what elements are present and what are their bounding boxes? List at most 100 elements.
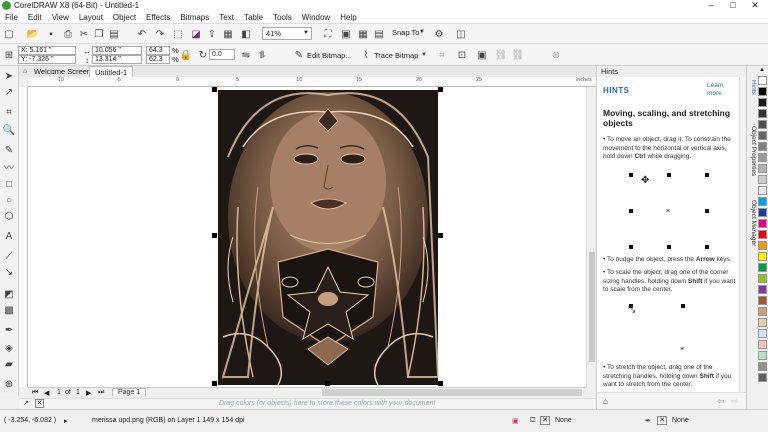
color-swatch[interactable] — [758, 285, 767, 294]
full-screen-preview-icon[interactable]: ⛶ — [322, 28, 334, 40]
selection-handle-top-left[interactable] — [212, 87, 217, 92]
menu-object[interactable]: Object — [108, 13, 141, 22]
palette-options-icon[interactable]: ↗ — [23, 399, 29, 407]
fill-bucket-icon[interactable]: ⛋ — [530, 417, 535, 425]
hyperlink-icon[interactable]: ⛓ — [495, 49, 508, 61]
open-folder-icon[interactable]: 📂 — [27, 28, 39, 40]
redo-icon[interactable]: ↷ — [154, 28, 166, 40]
freehand-tool-icon[interactable]: ✎ — [3, 144, 15, 156]
print-icon[interactable]: ⎙ — [62, 28, 74, 40]
artistic-media-tool-icon[interactable]: 〰 — [3, 160, 15, 174]
paste-icon[interactable]: ▤ — [108, 28, 120, 40]
selection-handle-bottom-right[interactable] — [438, 381, 443, 386]
color-swatch[interactable] — [758, 208, 767, 217]
add-tool-icon[interactable]: ⊕ — [3, 378, 15, 390]
trace-bitmap-button[interactable]: Trace Bitmap — [374, 51, 418, 60]
shape-tool-icon[interactable]: ↗ — [3, 86, 15, 98]
vertical-scrollbar[interactable] — [586, 87, 596, 387]
rectangle-tool-icon[interactable]: □ — [3, 178, 15, 190]
smart-fill-tool-icon[interactable]: ▰ — [3, 358, 15, 370]
docker-scrollbar[interactable] — [739, 77, 746, 392]
menu-text[interactable]: Text — [214, 13, 239, 22]
color-swatch[interactable] — [758, 109, 767, 118]
transparency-tool-icon[interactable]: ▩ — [3, 304, 15, 316]
menu-table[interactable]: Table — [239, 13, 268, 22]
x-position-field[interactable]: X: 5.161 " — [18, 46, 76, 55]
first-page-icon[interactable]: ⏮ — [32, 389, 38, 397]
color-swatch[interactable] — [758, 318, 767, 327]
maximize-button[interactable]: □ — [722, 0, 744, 11]
export-icon[interactable]: ⇪ — [206, 28, 218, 40]
trace-bitmap-icon[interactable]: ⌇ — [360, 49, 372, 61]
palette-scroll-up-icon[interactable]: ▲ — [759, 67, 765, 73]
drop-shadow-tool-icon[interactable]: ◩ — [3, 288, 15, 300]
parallel-dimension-tool-icon[interactable]: ⟋ — [3, 250, 15, 262]
drawing-canvas[interactable] — [28, 87, 586, 387]
publish-pdf-icon[interactable]: ▦ — [222, 28, 234, 40]
width-field[interactable]: 10.056 " — [92, 46, 142, 55]
crop-bitmap-icon[interactable]: ⌗ — [436, 49, 448, 61]
menu-file[interactable]: File — [0, 13, 23, 22]
menu-tools[interactable]: Tools — [268, 13, 297, 22]
color-swatch[interactable] — [758, 142, 767, 151]
crop-tool-icon[interactable]: ⌗ — [3, 106, 15, 118]
selection-handle-bottom-left[interactable] — [212, 381, 217, 386]
selection-handle-top-right[interactable] — [438, 87, 443, 92]
vertical-scroll-thumb[interactable] — [589, 252, 595, 362]
bitmap-image[interactable] — [28, 87, 586, 387]
color-swatch[interactable] — [758, 175, 767, 184]
side-tab-object-manager[interactable]: Object Manager — [748, 200, 757, 246]
status-arrow-icon[interactable]: ▸ — [64, 417, 68, 425]
selection-handle-right[interactable] — [438, 233, 443, 238]
horizontal-scrollbar[interactable] — [322, 389, 582, 396]
app-launcher-icon[interactable]: ◧ — [240, 28, 252, 40]
color-swatch[interactable] — [758, 98, 767, 107]
color-swatch[interactable] — [758, 351, 767, 360]
search-content-icon[interactable]: ⬚ — [172, 28, 184, 40]
show-rulers-icon[interactable]: ▣ — [340, 28, 352, 40]
color-swatch[interactable] — [758, 362, 767, 371]
color-swatch[interactable] — [758, 263, 767, 272]
minimize-button[interactable]: – — [700, 0, 722, 11]
menu-view[interactable]: View — [47, 13, 74, 22]
color-swatch[interactable] — [758, 241, 767, 250]
color-swatch[interactable] — [758, 76, 767, 85]
edit-bitmap-icon[interactable]: ✎ — [293, 49, 305, 61]
show-grid-icon[interactable]: ▦ — [357, 28, 369, 40]
no-color-swatch-icon[interactable]: ✕ — [35, 399, 44, 408]
menu-edit[interactable]: Edit — [23, 13, 47, 22]
text-tool-icon[interactable]: A — [3, 230, 15, 242]
pick-tool-icon[interactable]: ➤ — [3, 70, 15, 82]
next-page-icon[interactable]: ▶ — [86, 389, 91, 397]
color-eyedropper-tool-icon[interactable]: ✒ — [3, 324, 15, 336]
forward-arrow-icon[interactable]: ⇨ — [731, 396, 739, 407]
application-launcher-icon[interactable]: ◫ — [455, 28, 467, 40]
side-tab-hints[interactable]: Hints — [748, 80, 757, 95]
mirror-vertical-icon[interactable]: ⥮ — [256, 49, 268, 61]
bitmap-color-mask-icon[interactable]: ▣ — [476, 49, 488, 61]
color-swatch[interactable] — [758, 164, 767, 173]
back-arrow-icon[interactable]: ⇦ — [717, 396, 725, 407]
color-swatch[interactable] — [758, 230, 767, 239]
side-tab-object-properties[interactable]: Object Properties — [748, 126, 757, 176]
color-swatch[interactable] — [758, 153, 767, 162]
color-swatch[interactable] — [758, 219, 767, 228]
new-document-icon[interactable]: ▢ — [3, 28, 15, 40]
previous-page-icon[interactable]: ◀ — [44, 389, 49, 397]
undo-icon[interactable]: ↶ — [136, 28, 148, 40]
page-1-tab[interactable]: Page 1 — [112, 388, 147, 396]
color-swatch[interactable] — [758, 373, 767, 382]
color-swatch[interactable] — [758, 186, 767, 195]
options-gear-icon[interactable]: ⚙ — [433, 28, 445, 40]
color-swatch[interactable] — [758, 252, 767, 261]
show-guidelines-icon[interactable]: ▤ — [373, 28, 385, 40]
quick-customize-icon[interactable]: ⊕ — [550, 49, 562, 61]
tab-welcome-screen[interactable]: Welcome Screen — [29, 66, 96, 77]
selection-handle-bottom[interactable] — [325, 381, 330, 386]
color-swatch[interactable] — [758, 87, 767, 96]
rotation-field[interactable]: 0.0 — [209, 49, 235, 60]
mirror-horizontal-icon[interactable]: ⇋ — [240, 49, 252, 61]
edit-bitmap-button[interactable]: Edit Bitmap... — [307, 51, 352, 60]
menu-layout[interactable]: Layout — [74, 13, 108, 22]
zoom-tool-icon[interactable]: 🔍 — [3, 124, 15, 136]
